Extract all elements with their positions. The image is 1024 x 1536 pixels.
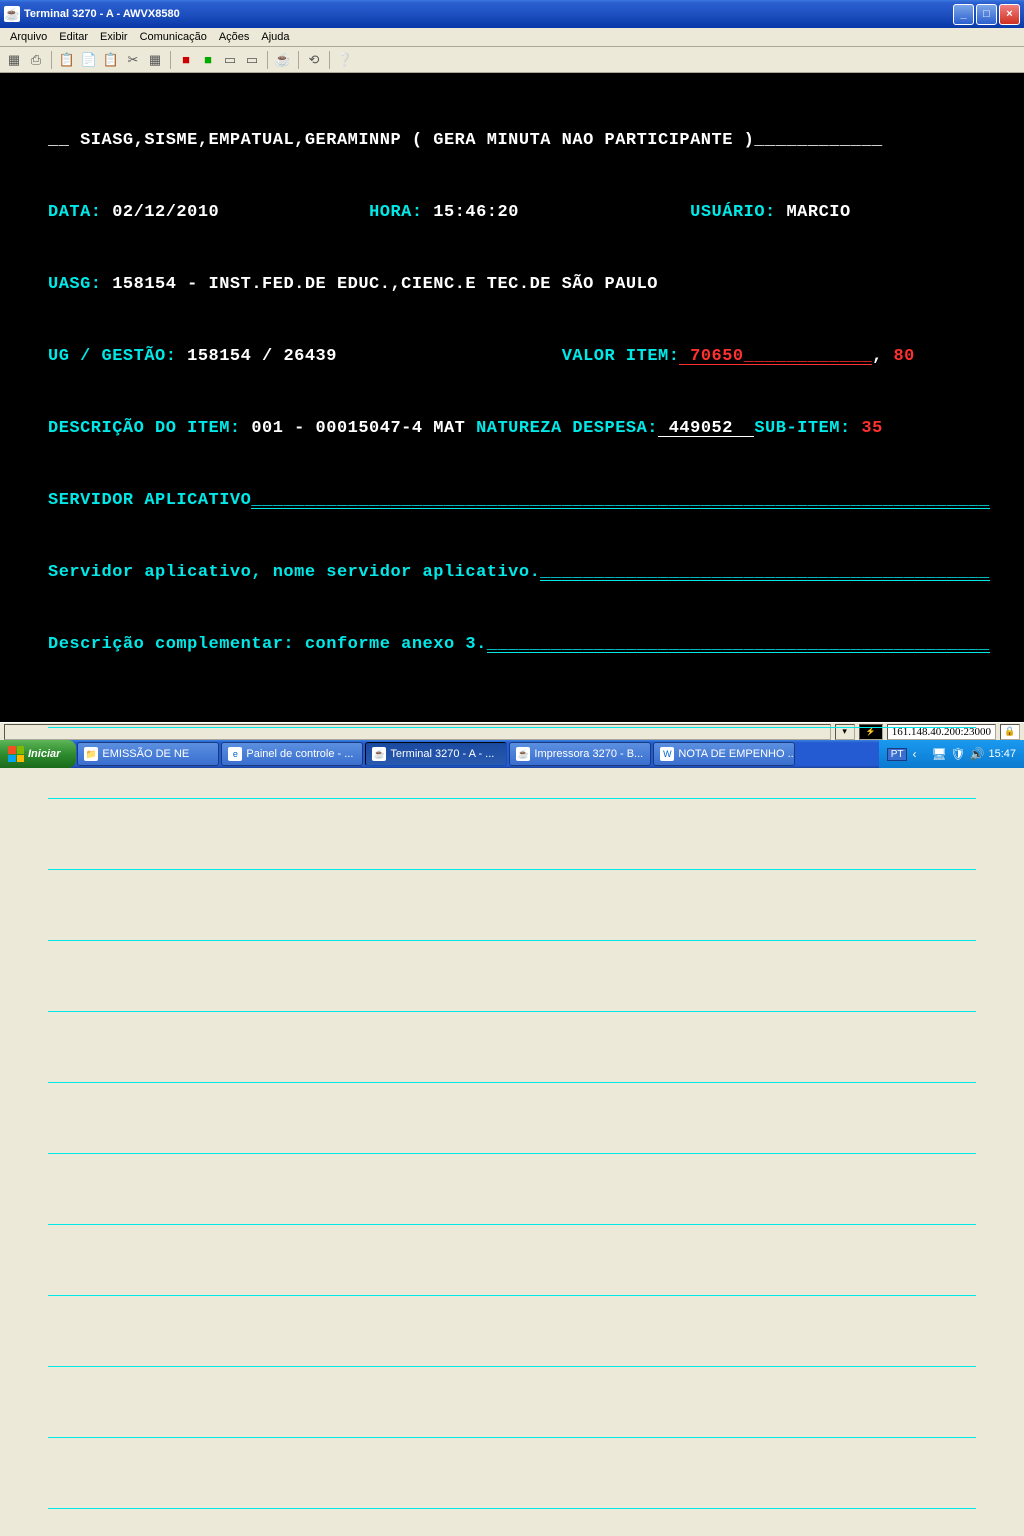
toolbar-btn-11[interactable]: ▭ (242, 50, 262, 70)
input-line[interactable] (48, 918, 976, 941)
value-usuario: MARCIO (776, 203, 851, 222)
label-subitem: SUB-ITEM: (754, 419, 850, 438)
input-line[interactable] (48, 705, 976, 728)
label-uasg: UASG: (48, 275, 102, 294)
window-title: Terminal 3270 - A - AWVX8580 (24, 8, 953, 20)
input-line[interactable] (48, 776, 976, 799)
menu-acoes[interactable]: Ações (213, 29, 256, 45)
label-usuario: USUÁRIO: (690, 203, 776, 222)
terminal-screen[interactable]: __ SIASG,SISME,EMPATUAL,GERAMINNP ( GERA… (0, 73, 1024, 722)
value-uasg: 158154 - INST.FED.DE EDUC.,CIENC.E TEC.D… (102, 275, 659, 294)
menu-editar[interactable]: Editar (53, 29, 94, 45)
input-line[interactable] (48, 847, 976, 870)
screen-breadcrumb-post: ____________ (754, 131, 882, 150)
input-line[interactable] (48, 1344, 976, 1367)
input-line[interactable] (48, 1486, 976, 1509)
toolbar-btn-13[interactable]: ⟲ (304, 50, 324, 70)
label-valor: VALOR ITEM: (562, 347, 680, 366)
menu-ajuda[interactable]: Ajuda (255, 29, 295, 45)
value-hora: 15:46:20 (423, 203, 519, 222)
label-descricao: DESCRIÇÃO DO ITEM: (48, 419, 241, 438)
input-line[interactable] (48, 1202, 976, 1225)
toolbar-btn-1[interactable]: ▦ (4, 50, 24, 70)
minimize-button[interactable]: _ (953, 4, 974, 25)
input-line[interactable] (48, 1060, 976, 1083)
desc-line-2-pad[interactable]: ________________________________________… (487, 633, 990, 653)
java-icon: ☕ (4, 6, 20, 22)
desc-line-1-pad[interactable]: ________________________________________… (540, 561, 989, 581)
toolbar-btn-12[interactable]: ☕ (273, 50, 293, 70)
value-subitem[interactable]: 35 (851, 419, 883, 438)
desc-line-2[interactable]: Descrição complementar: conforme anexo 3… (48, 635, 487, 654)
serv-header: SERVIDOR APLICATIVO (48, 491, 251, 510)
toolbar-btn-10[interactable]: ▭ (220, 50, 240, 70)
value-descricao: 001 - 00015047-4 MAT (241, 419, 476, 438)
label-hora: HORA: (369, 203, 423, 222)
desc-line-1[interactable]: Servidor aplicativo, nome servidor aplic… (48, 563, 540, 582)
menu-arquivo[interactable]: Arquivo (4, 29, 53, 45)
toolbar-btn-4[interactable]: 📄 (79, 50, 99, 70)
toolbar-btn-5[interactable]: 📋 (101, 50, 121, 70)
value-valor-pad[interactable]: ____________ (744, 345, 872, 365)
screen-breadcrumb-pre: __ (48, 131, 80, 150)
value-valor[interactable]: 70650 (679, 345, 743, 365)
serv-header-pad: ________________________________________… (251, 489, 989, 509)
value-ug: 158154 / 26439 (176, 347, 337, 366)
input-line[interactable] (48, 1415, 976, 1438)
menu-bar: Arquivo Editar Exibir Comunicação Ações … (0, 28, 1024, 47)
menu-exibir[interactable]: Exibir (94, 29, 134, 45)
value-natureza: 449052 (658, 417, 754, 437)
toolbar-btn-6[interactable]: ✂ (123, 50, 143, 70)
toolbar: ▦ ⎙ 📋 📄 📋 ✂ ▦ ■ ■ ▭ ▭ ☕ ⟲ ❔ (0, 47, 1024, 73)
toolbar-btn-8[interactable]: ■ (176, 50, 196, 70)
menu-comunicacao[interactable]: Comunicação (134, 29, 213, 45)
toolbar-help[interactable]: ❔ (335, 50, 355, 70)
valor-sep: , (872, 347, 893, 366)
window-titlebar: ☕ Terminal 3270 - A - AWVX8580 _ □ × (0, 0, 1024, 28)
close-button[interactable]: × (999, 4, 1020, 25)
value-valor-dec[interactable]: 80 (893, 347, 914, 366)
label-data: DATA: (48, 203, 102, 222)
label-natureza: NATUREZA DESPESA: (476, 419, 658, 438)
input-line[interactable] (48, 989, 976, 1012)
toolbar-btn-7[interactable]: ▦ (145, 50, 165, 70)
input-line[interactable] (48, 1131, 976, 1154)
toolbar-btn-3[interactable]: 📋 (57, 50, 77, 70)
maximize-button[interactable]: □ (976, 4, 997, 25)
toolbar-btn-9[interactable]: ■ (198, 50, 218, 70)
screen-breadcrumb: SIASG,SISME,EMPATUAL,GERAMINNP ( GERA MI… (80, 131, 754, 150)
value-data: 02/12/2010 (102, 203, 220, 222)
toolbar-btn-2[interactable]: ⎙ (26, 50, 46, 70)
label-ug: UG / GESTÃO: (48, 347, 176, 366)
input-line[interactable] (48, 1273, 976, 1296)
